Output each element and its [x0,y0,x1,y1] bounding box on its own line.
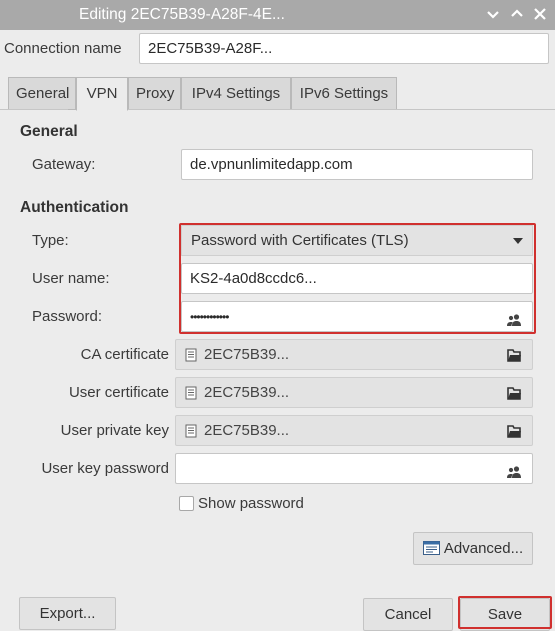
user-private-key-label: User private key [60,422,169,439]
user-certificate-value: 2EC75B39... [204,384,290,401]
ca-certificate-label: CA certificate [80,346,169,363]
user-private-key-value: 2EC75B39... [204,422,290,439]
tab-vpn[interactable]: VPN [76,77,128,111]
tab-divider-right [128,109,555,110]
tab-general[interactable]: General [8,77,76,110]
user-key-password-label: User key password [41,460,169,477]
folder-open-icon [507,425,521,438]
auth-type-select[interactable]: Password with Certificates (TLS) [181,225,533,256]
document-icon [185,348,197,362]
document-icon [185,386,197,400]
username-input[interactable]: KS2-4a0d8ccdc6... [181,263,533,294]
tab-divider-left [0,109,68,110]
ca-certificate-button[interactable]: 2EC75B39... [175,339,533,370]
chevron-down-icon[interactable] [483,4,503,24]
close-icon[interactable] [530,4,550,24]
window-title: Editing 2EC75B39-A28F-4E... [79,6,285,23]
ca-certificate-value: 2EC75B39... [204,346,290,363]
gateway-label: Gateway: [32,156,96,173]
tab-proxy[interactable]: Proxy [128,77,181,110]
password-input[interactable]: •••••••••••• [181,301,533,332]
auth-type-value: Password with Certificates (TLS) [191,232,409,249]
show-password-checkbox[interactable] [179,496,194,511]
gateway-input[interactable]: de.vpnunlimitedapp.com [181,149,533,180]
user-certificate-button[interactable]: 2EC75B39... [175,377,533,408]
password-label: Password: [32,308,103,325]
general-heading: General [20,123,78,140]
username-value: KS2-4a0d8ccdc6... [190,270,317,287]
connection-name-value: 2EC75B39-A28F... [148,40,273,57]
tab-ipv4-settings[interactable]: IPv4 Settings [181,77,291,110]
folder-open-icon [507,387,521,400]
gateway-value: de.vpnunlimitedapp.com [190,156,353,173]
advanced-button[interactable]: Advanced... [413,532,533,565]
cancel-button[interactable]: Cancel [363,598,453,631]
connection-name-label: Connection name [4,40,122,57]
user-private-key-button[interactable]: 2EC75B39... [175,415,533,446]
users-icon[interactable] [506,461,522,478]
show-password-label: Show password [198,495,304,512]
user-certificate-label: User certificate [68,384,169,401]
user-key-password-input[interactable] [175,453,533,484]
folder-open-icon [507,349,521,362]
connection-name-input[interactable]: 2EC75B39-A28F... [139,33,549,64]
type-label: Type: [32,232,69,249]
settings-window-icon [422,541,440,556]
dropdown-arrow-icon [513,238,523,244]
export-button[interactable]: Export... [19,597,116,630]
tab-ipv6-settings[interactable]: IPv6 Settings [291,77,397,110]
users-icon[interactable] [506,309,522,326]
username-label: User name: [32,270,110,287]
password-value: •••••••••••• [190,310,229,324]
authentication-heading: Authentication [20,199,129,216]
chevron-up-icon[interactable] [507,4,527,24]
title-bar: Editing 2EC75B39-A28F-4E... [0,0,555,30]
document-icon [185,424,197,438]
save-button[interactable]: Save [460,598,550,631]
